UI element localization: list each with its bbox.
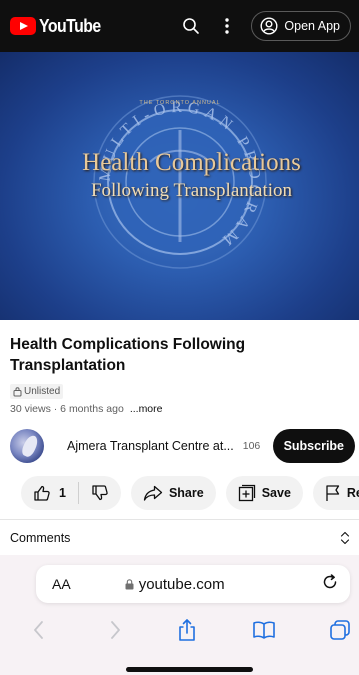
subscribe-button[interactable]: Subscribe xyxy=(272,429,355,463)
more-link[interactable]: ...more xyxy=(130,403,163,415)
subscriber-count: 106 xyxy=(242,440,261,452)
logo-text: YouTube xyxy=(39,15,101,36)
share-button[interactable]: Share xyxy=(130,476,216,510)
search-icon xyxy=(183,18,200,34)
like-dislike-group: 1 xyxy=(21,476,121,510)
lock-icon xyxy=(125,578,134,589)
channel-avatar[interactable] xyxy=(10,429,44,463)
chevron-right-icon xyxy=(111,621,120,639)
domain-text: youtube.com xyxy=(138,575,225,593)
bookmarks-button[interactable] xyxy=(251,617,277,643)
unfold-icon xyxy=(340,531,350,545)
top-bar: YouTube Open App xyxy=(0,0,359,52)
back-button[interactable] xyxy=(26,617,52,643)
video-title[interactable]: Health Complications Following Transplan… xyxy=(10,334,310,376)
account-circle-icon xyxy=(260,17,278,35)
reader-settings-button[interactable]: AA xyxy=(52,576,71,592)
thumbs-up-icon xyxy=(34,485,50,501)
flag-icon xyxy=(326,485,340,501)
seal-top-text: THE TORONTO ANNUAL xyxy=(139,100,220,106)
share-sheet-button[interactable] xyxy=(174,617,200,643)
save-label: Save xyxy=(261,486,291,500)
like-count: 1 xyxy=(59,486,66,500)
tabs-icon xyxy=(330,620,350,640)
channel-name[interactable]: Ajmera Transplant Centre at... xyxy=(67,439,234,453)
thumbs-down-icon xyxy=(92,485,108,501)
comments-expand-button[interactable] xyxy=(340,530,350,551)
forward-button[interactable] xyxy=(102,617,128,643)
video-meta: 30 views · 6 months ago ...more xyxy=(10,403,163,415)
share-up-icon xyxy=(179,619,195,641)
home-indicator[interactable] xyxy=(126,667,253,672)
report-button[interactable]: Re xyxy=(312,476,359,510)
save-button[interactable]: Save xyxy=(225,476,303,510)
channel-row: Ajmera Transplant Centre at... 106 Subsc… xyxy=(10,428,355,464)
youtube-play-icon xyxy=(10,17,36,35)
browser-bottom-bar: AA youtube.com xyxy=(0,555,359,675)
divider xyxy=(0,519,359,520)
badge-label: Unlisted xyxy=(24,386,61,397)
share-label: Share xyxy=(168,486,204,500)
like-button[interactable]: 1 xyxy=(21,476,78,510)
address-bar[interactable]: AA youtube.com xyxy=(36,565,350,603)
youtube-logo[interactable]: YouTube xyxy=(10,16,109,37)
url-display[interactable]: youtube.com xyxy=(125,576,225,593)
chevron-left-icon xyxy=(34,621,43,639)
more-vertical-icon xyxy=(225,18,230,34)
comments-header[interactable]: Comments xyxy=(10,531,70,545)
save-to-playlist-icon xyxy=(238,484,255,502)
unlisted-icon xyxy=(13,386,22,396)
open-app-button[interactable]: Open App xyxy=(251,11,351,41)
more-options-button[interactable] xyxy=(209,8,245,44)
search-button[interactable] xyxy=(173,8,209,44)
open-app-label: Open App xyxy=(284,19,340,33)
action-bar: 1 Share Save Re xyxy=(21,476,359,510)
reload-icon xyxy=(323,573,337,588)
views-and-date: 30 views · 6 months ago xyxy=(10,403,124,415)
tabs-button[interactable] xyxy=(327,617,353,643)
report-label: Re xyxy=(346,486,359,500)
thumbnail-title-line2: Following Transplantation xyxy=(90,180,293,201)
video-player[interactable]: MULTI-ORGAN PROGRAM THE TORONTO ANNUAL H… xyxy=(0,52,359,320)
unlisted-badge: Unlisted xyxy=(10,384,64,399)
book-icon xyxy=(253,621,275,639)
reload-button[interactable] xyxy=(322,573,338,595)
dislike-button[interactable] xyxy=(79,476,121,510)
share-icon xyxy=(143,485,163,501)
thumbnail-title-line1: Health Complications xyxy=(82,149,301,176)
